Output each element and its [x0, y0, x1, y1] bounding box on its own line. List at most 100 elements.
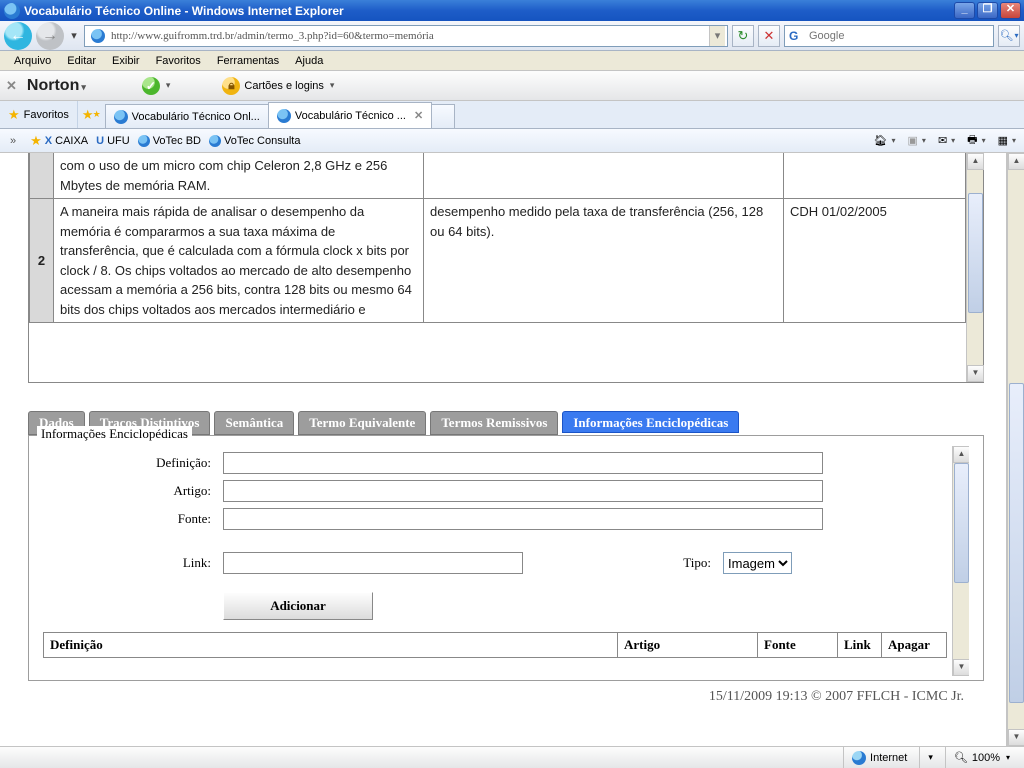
- link-label: Link:: [43, 555, 223, 571]
- fonte-label: Fonte:: [43, 511, 223, 527]
- tab-informacoes-enciclopedicas[interactable]: Informações Enciclopédicas: [562, 411, 739, 433]
- adicionar-button[interactable]: Adicionar: [223, 592, 373, 620]
- feeds-button[interactable]: ▣: [904, 132, 930, 149]
- refresh-button[interactable]: ↻: [732, 25, 754, 47]
- tab-termo-equivalente[interactable]: Termo Equivalente: [298, 411, 426, 435]
- quicklink-ufu[interactable]: UUFU: [96, 135, 130, 147]
- globe-icon: [852, 751, 866, 765]
- page-button[interactable]: ▦: [994, 132, 1020, 149]
- search-box[interactable]: G: [784, 25, 994, 47]
- norton-cards-button[interactable]: 🔒︎Cartões e logins: [216, 75, 340, 97]
- status-bar: Internet ▾ 🔍︎ 100% ▾: [0, 746, 1024, 768]
- search-button[interactable]: 🔍︎▾: [998, 25, 1020, 47]
- address-bar[interactable]: ▾: [84, 25, 728, 47]
- menu-edit[interactable]: Editar: [59, 55, 104, 67]
- nav-history-dropdown[interactable]: ▾: [68, 24, 80, 48]
- zoom-control[interactable]: 🔍︎ 100% ▾: [945, 747, 1018, 768]
- menu-bar: Arquivo Editar Exibir Favoritos Ferramen…: [0, 51, 1024, 71]
- col-artigo: Artigo: [618, 633, 758, 657]
- mail-icon: ✉︎: [938, 134, 947, 147]
- tab-semantica[interactable]: Semântica: [214, 411, 294, 435]
- row-meta: [784, 153, 966, 199]
- print-button[interactable]: 🖶︎: [963, 129, 989, 152]
- window-title: Vocabulário Técnico Online - Windows Int…: [24, 4, 344, 18]
- menu-file[interactable]: Arquivo: [6, 55, 59, 67]
- menu-tools[interactable]: Ferramentas: [209, 55, 287, 67]
- norton-close-icon[interactable]: ✕: [6, 78, 17, 94]
- menu-favorites[interactable]: Favoritos: [148, 55, 209, 67]
- quicklink-votec-bd[interactable]: VoTec BD: [138, 135, 201, 147]
- navigation-toolbar: ← → ▾ ▾ ↻ ✕ G 🔍︎▾: [0, 21, 1024, 51]
- protected-mode[interactable]: ▾: [919, 747, 941, 768]
- menu-view[interactable]: Exibir: [104, 55, 148, 67]
- norton-safe-button[interactable]: ✓: [136, 75, 177, 97]
- back-button[interactable]: ←: [4, 22, 32, 50]
- links-bar: » ★XCAIXA UUFU VoTec BD VoTec Consulta 🏠…: [0, 129, 1024, 153]
- tab-label: Vocabulário Técnico ...: [295, 110, 406, 122]
- tab-close-icon[interactable]: ✕: [414, 109, 423, 122]
- favorites-button[interactable]: ★ Favoritos: [0, 101, 78, 128]
- tab-label: Vocabulário Técnico Onl...: [132, 111, 260, 123]
- scroll-thumb[interactable]: [1009, 383, 1024, 703]
- menu-help[interactable]: Ajuda: [287, 55, 331, 67]
- close-button[interactable]: ✕: [1000, 2, 1021, 19]
- home-button[interactable]: 🏠︎: [870, 132, 900, 149]
- new-tab-button[interactable]: [431, 104, 455, 128]
- forward-button[interactable]: →: [36, 22, 64, 50]
- fonte-input[interactable]: [223, 508, 823, 530]
- col-apagar: Apagar: [882, 633, 946, 657]
- favorites-add-button[interactable]: ★ ★: [78, 107, 105, 123]
- definicao-input[interactable]: [223, 452, 823, 474]
- scroll-down-icon[interactable]: ▼: [967, 365, 984, 382]
- zone-label: Internet: [870, 752, 907, 764]
- star-icon: ★: [8, 107, 20, 123]
- scroll-up-icon[interactable]: ▲: [967, 153, 984, 170]
- tab-icon: [114, 110, 128, 124]
- tipo-label: Tipo:: [663, 555, 723, 571]
- scroll-thumb[interactable]: [954, 463, 969, 583]
- restore-button[interactable]: ❐: [977, 2, 998, 19]
- inner-scrollbar[interactable]: ▲ ▼: [966, 153, 983, 382]
- page-icon: ▦: [998, 134, 1008, 147]
- scroll-thumb[interactable]: [968, 193, 983, 313]
- form-scrollbar[interactable]: ▲ ▼: [952, 446, 969, 676]
- print-icon: 🖶︎: [967, 131, 977, 150]
- fieldset-legend: Informações Enciclopédicas: [37, 426, 192, 442]
- col-definicao: Definição: [44, 633, 618, 657]
- enciclopedicas-fieldset: Informações Enciclopédicas Definição: Ar…: [28, 435, 984, 681]
- page-footer: 15/11/2009 19:13 © 2007 FFLCH - ICMC Jr.: [28, 681, 992, 705]
- scroll-up-icon[interactable]: ▲: [953, 446, 969, 463]
- browser-tab-1[interactable]: Vocabulário Técnico Onl...: [105, 104, 269, 128]
- url-dropdown[interactable]: ▾: [709, 26, 725, 46]
- context-table: com o uso de um micro com chip Celeron 2…: [28, 153, 984, 383]
- table-row: com o uso de um micro com chip Celeron 2…: [30, 153, 966, 199]
- quicklink-caixa[interactable]: ★XCAIXA: [30, 133, 88, 149]
- check-icon: ✓: [142, 77, 160, 95]
- row-concept: desempenho medido pela taxa de transferê…: [424, 199, 784, 323]
- quicklink-votec-consulta[interactable]: VoTec Consulta: [209, 135, 300, 147]
- artigo-input[interactable]: [223, 480, 823, 502]
- tipo-select[interactable]: Imagem: [723, 552, 792, 574]
- ie-icon: [4, 3, 20, 19]
- mail-button[interactable]: ✉︎: [934, 132, 959, 149]
- definicao-label: Definição:: [43, 455, 223, 471]
- scroll-up-icon[interactable]: ▲: [1008, 153, 1024, 170]
- minimize-button[interactable]: _: [954, 2, 975, 19]
- scroll-down-icon[interactable]: ▼: [953, 659, 969, 676]
- site-icon: [91, 29, 105, 43]
- tab-termos-remissivos[interactable]: Termos Remissivos: [430, 411, 558, 435]
- chevron-down-icon: ▾: [928, 752, 933, 763]
- search-input[interactable]: [807, 29, 989, 43]
- scroll-down-icon[interactable]: ▼: [1008, 729, 1024, 746]
- page-scrollbar[interactable]: ▲ ▼: [1007, 153, 1024, 746]
- zoom-value: 100%: [972, 752, 1000, 764]
- row-concept: [424, 153, 784, 199]
- link-input[interactable]: [223, 552, 523, 574]
- row-text: A maneira mais rápida de analisar o dese…: [54, 199, 424, 323]
- browser-tab-2[interactable]: Vocabulário Técnico ... ✕: [268, 102, 432, 128]
- stop-button[interactable]: ✕: [758, 25, 780, 47]
- col-fonte: Fonte: [758, 633, 838, 657]
- url-input[interactable]: [109, 29, 709, 43]
- norton-logo[interactable]: Norton: [27, 77, 86, 95]
- col-link: Link: [838, 633, 882, 657]
